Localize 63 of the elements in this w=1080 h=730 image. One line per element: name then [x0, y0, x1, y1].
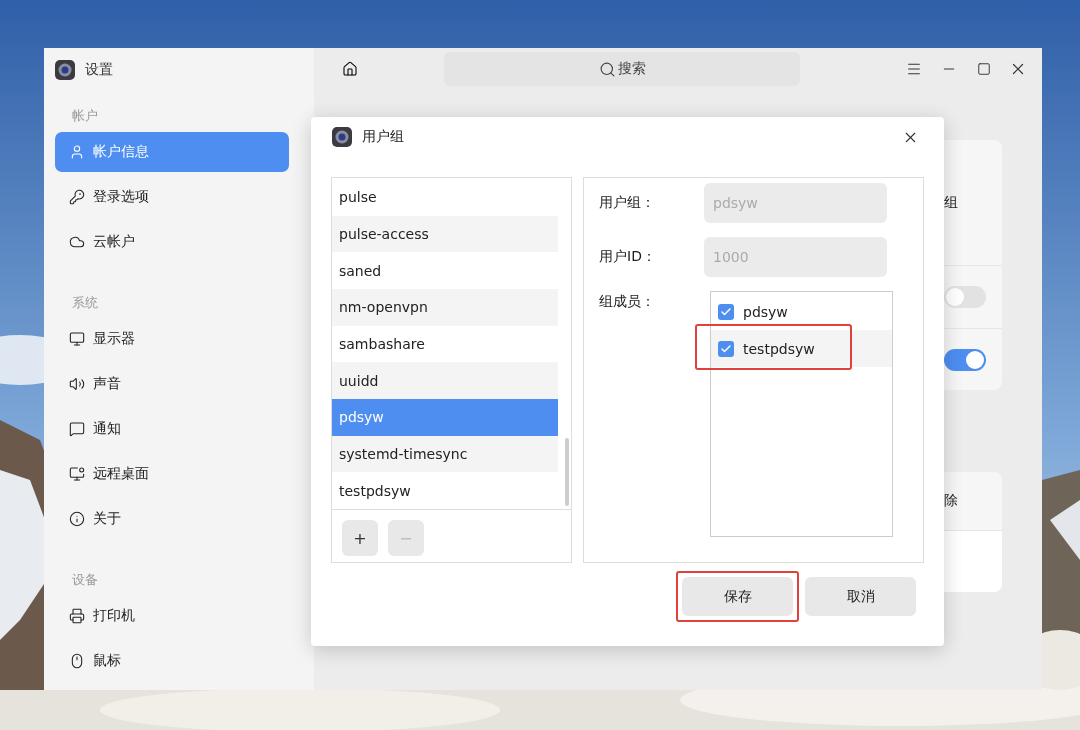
sidebar-item-label: 远程桌面 [93, 465, 149, 483]
section-label: 系统 [71, 294, 99, 312]
sidebar-item[interactable]: 打印机 [55, 596, 289, 636]
section-label: 帐户 [71, 107, 99, 125]
settings-app-icon [55, 60, 75, 80]
search-field[interactable]: 搜索 [444, 52, 800, 86]
group-list-item[interactable]: pulse-access [332, 215, 558, 253]
sidebar-item-label: 帐户信息 [93, 143, 149, 161]
sidebar-item[interactable]: 通知 [55, 409, 289, 449]
printer-icon [69, 608, 85, 624]
setting-label: 除 [944, 492, 958, 510]
cancel-button[interactable]: 取消 [805, 577, 916, 616]
sidebar-item-label: 鼠标 [93, 652, 121, 670]
group-list-item[interactable]: systemd-timesync [332, 435, 558, 473]
search-icon [598, 60, 616, 78]
member-name: pdsyw [743, 303, 788, 320]
speaker-icon [69, 376, 85, 392]
toggle-switch[interactable] [944, 348, 986, 371]
sidebar-item[interactable]: 显示器 [55, 319, 289, 359]
sidebar-item-label: 显示器 [93, 330, 135, 348]
sidebar-item-label: 登录选项 [93, 188, 149, 206]
group-list-item[interactable]: nm-openvpn [332, 289, 558, 326]
check-icon [720, 342, 732, 355]
user-icon [69, 144, 85, 160]
sidebar-item[interactable]: 鼠标 [55, 641, 289, 681]
field-label: 用户ID： [599, 248, 657, 266]
mouse-icon [69, 653, 85, 669]
maximize-icon[interactable] [977, 62, 991, 76]
group-list-item[interactable]: uuidd [332, 362, 558, 400]
monitor-icon [69, 466, 85, 482]
field-label: 组成员： [599, 293, 656, 311]
checkbox[interactable] [718, 340, 734, 357]
sidebar-item[interactable]: 远程桌面 [55, 454, 289, 494]
scrollbar[interactable] [565, 438, 569, 506]
speech-bubble-icon [69, 421, 85, 437]
checkbox[interactable] [718, 303, 734, 320]
setting-label: 组 [944, 193, 958, 212]
sidebar-item-label: 声音 [93, 375, 121, 393]
dialog-title: 用户组 [362, 128, 404, 146]
window-title: 设置 [85, 61, 113, 79]
info-icon [69, 511, 85, 527]
settings-app-icon [332, 127, 352, 147]
member-name: testpdsyw [743, 340, 815, 357]
toggle-switch[interactable] [944, 286, 986, 308]
add-button[interactable]: + [342, 520, 378, 556]
sidebar-item[interactable]: 声音 [55, 364, 289, 404]
sidebar-item-label: 通知 [93, 420, 121, 438]
cloud-icon [69, 234, 85, 250]
member-row[interactable]: testpdsyw [711, 330, 892, 367]
home-icon[interactable] [342, 61, 358, 77]
section-label: 设备 [71, 571, 99, 589]
field-label: 用户组： [599, 194, 656, 212]
key-icon [69, 189, 85, 205]
sidebar-item-label: 关于 [93, 510, 121, 528]
sidebar-item[interactable]: 云帐户 [55, 222, 289, 262]
sidebar-item[interactable]: 登录选项 [55, 177, 289, 217]
sidebar-item-label: 云帐户 [93, 233, 135, 251]
menu-icon[interactable] [906, 61, 922, 77]
sidebar-item[interactable]: 关于 [55, 499, 289, 539]
check-icon [720, 305, 732, 318]
monitor-icon [69, 331, 85, 347]
save-button[interactable]: 保存 [682, 577, 793, 616]
sidebar-item-label: 打印机 [93, 607, 135, 625]
